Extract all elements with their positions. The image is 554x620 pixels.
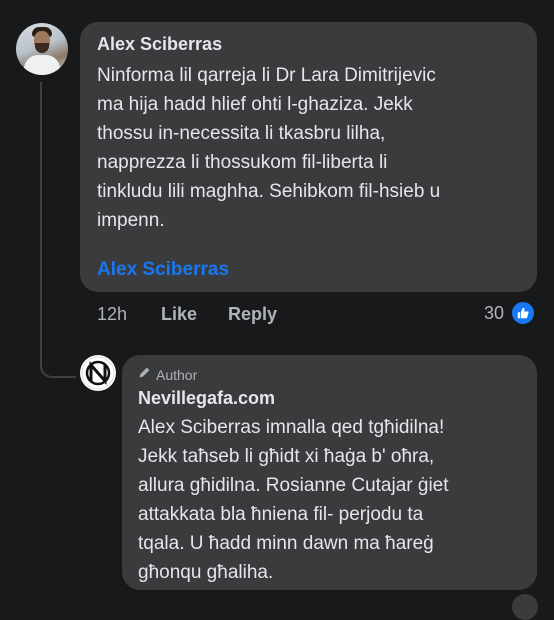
reply-text-line: Jekk taħseb li għidt xi ħaġa b' oħra, bbox=[138, 446, 435, 467]
reaction-badge bbox=[512, 594, 538, 620]
thread-connector bbox=[40, 366, 76, 378]
reply-author-name[interactable]: Nevillegafa.com bbox=[138, 388, 275, 409]
reply-text-line: għonqu għaliha. bbox=[138, 562, 274, 583]
nevillegafa-logo-icon bbox=[81, 356, 115, 390]
comment-text-line: napprezza li thossukom fil-liberta li bbox=[97, 152, 388, 173]
reply-button[interactable]: Reply bbox=[228, 304, 277, 325]
comment-text-line: tinkludu lili maghha. Sehibkom fil-hsieb… bbox=[97, 181, 441, 202]
comment-text-line: impenn. bbox=[97, 210, 165, 231]
reply-text-line: Alex Sciberras imnalla qed tgħidilna! bbox=[138, 417, 445, 438]
reaction-count: 30 bbox=[484, 302, 505, 323]
author-badge: Author bbox=[138, 366, 197, 384]
author-badge-label: Author bbox=[156, 367, 198, 383]
comment-text-line: thossu in-necessita li tkasbru lilha, bbox=[97, 123, 386, 144]
comment-timestamp[interactable]: 12h bbox=[97, 304, 127, 325]
reply-text-line: attakkata bla ħniena fil- perjodu ta bbox=[138, 504, 424, 525]
page-avatar[interactable] bbox=[80, 355, 116, 391]
pencil-icon bbox=[138, 366, 151, 384]
reply-text-line: tqala. U ħadd minn dawn ma ħareġ bbox=[138, 533, 434, 554]
comment-text-line: ma hija hadd hlief ohti l-ghaziza. Jekk bbox=[97, 94, 413, 115]
comment-text: Ninforma lil qarreja li Dr Lara Dimitrij… bbox=[97, 61, 440, 235]
reaction-summary[interactable]: 30 bbox=[484, 300, 537, 326]
thread-line bbox=[40, 82, 42, 368]
like-button[interactable]: Like bbox=[161, 304, 197, 325]
comment-text-line: Ninforma lil qarreja li Dr Lara Dimitrij… bbox=[97, 65, 436, 86]
thumbs-up-icon bbox=[510, 300, 537, 326]
reply-text: Alex Sciberras imnalla qed tgħidilna! Je… bbox=[138, 413, 449, 587]
reply-text-line: allura għidilna. Rosianne Cutajar ġiet bbox=[138, 475, 449, 496]
avatar[interactable] bbox=[16, 23, 68, 75]
mention-link[interactable]: Alex Sciberras bbox=[97, 259, 229, 281]
comment-author-name[interactable]: Alex Sciberras bbox=[97, 34, 222, 55]
